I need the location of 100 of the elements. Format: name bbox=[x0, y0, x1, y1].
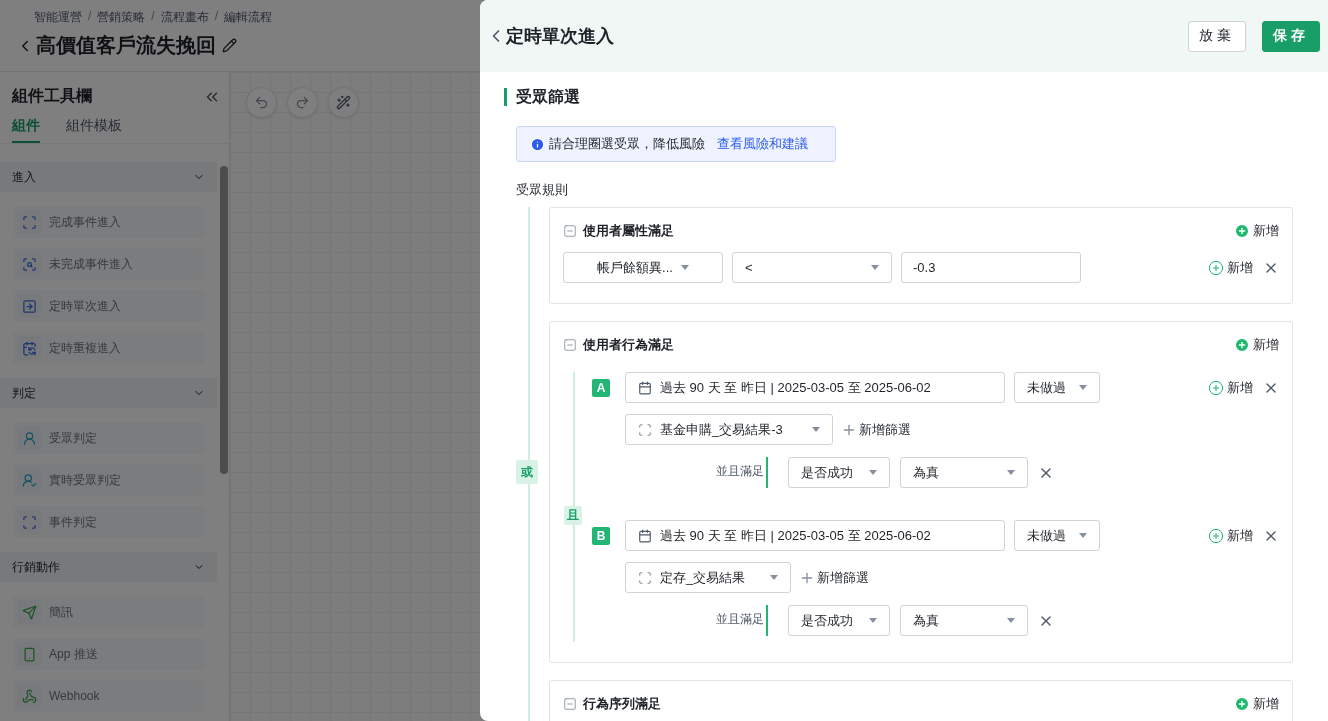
component-label: Webhook bbox=[49, 689, 100, 703]
group-header[interactable]: 行銷動作 bbox=[0, 552, 217, 582]
attribute-select[interactable]: 帳戶餘額異... bbox=[563, 252, 723, 283]
component-item[interactable]: 事件判定 bbox=[13, 506, 204, 538]
caret-icon bbox=[869, 618, 877, 623]
caret-icon bbox=[1079, 533, 1087, 538]
page-title: 高價值客戶流失挽回 bbox=[36, 33, 216, 58]
component-item[interactable]: 完成事件進入 bbox=[13, 206, 204, 238]
group-title: 判定 bbox=[12, 384, 36, 402]
breadcrumb-separator: / bbox=[88, 9, 92, 25]
group-header[interactable]: 進入 bbox=[0, 162, 217, 192]
event-select[interactable]: 定存_交易結果 bbox=[625, 562, 791, 593]
component-label: 受眾判定 bbox=[49, 429, 97, 447]
scan-icon bbox=[17, 252, 41, 276]
add-filter-button[interactable]: 新增篩選 bbox=[799, 568, 869, 587]
rule-group-title: 行為序列滿足 bbox=[583, 695, 662, 713]
breadcrumb-link[interactable]: 智能運營 bbox=[34, 9, 82, 26]
section-title: 受眾篩選 bbox=[504, 88, 1293, 106]
scan-icon bbox=[638, 570, 652, 585]
value-input[interactable]: -0.3 bbox=[901, 252, 1081, 283]
component-item[interactable]: 受眾判定 bbox=[13, 422, 204, 454]
wand-icon bbox=[336, 95, 351, 110]
add-filter-button[interactable]: 新增篩選 bbox=[841, 420, 911, 439]
add-button[interactable]: 新增 bbox=[1234, 695, 1279, 713]
add-icon bbox=[1208, 259, 1224, 276]
phone-icon bbox=[17, 642, 41, 666]
calendar-icon bbox=[638, 380, 652, 395]
caret-icon bbox=[812, 427, 820, 432]
notice-text: 請合理圈選受眾，降低風險 bbox=[549, 135, 705, 153]
group-title: 進入 bbox=[12, 168, 36, 186]
field-select[interactable]: 是否成功 bbox=[788, 457, 890, 488]
user-icon bbox=[17, 468, 41, 492]
redo-icon bbox=[295, 95, 310, 110]
caret-icon bbox=[770, 575, 778, 580]
action-select[interactable]: 未做過 bbox=[1014, 520, 1100, 551]
component-item[interactable]: Webhook bbox=[13, 680, 204, 712]
component-label: 未完成事件進入 bbox=[49, 255, 133, 273]
scan-icon bbox=[17, 510, 41, 534]
action-select[interactable]: 未做過 bbox=[1014, 372, 1100, 403]
group-letter-badge: B bbox=[592, 526, 610, 545]
breadcrumb-separator: / bbox=[214, 9, 219, 25]
edit-icon[interactable] bbox=[222, 38, 237, 53]
add-button[interactable]: 新增 bbox=[1208, 526, 1253, 545]
scrollbar[interactable] bbox=[220, 166, 228, 474]
scan-icon bbox=[638, 422, 652, 437]
caret-icon bbox=[1007, 470, 1015, 475]
rule-group-title: 使用者行為滿足 bbox=[583, 336, 675, 354]
component-label: App 推送 bbox=[49, 645, 98, 663]
calendar-icon bbox=[638, 528, 652, 543]
date-range-field[interactable]: 過去 90 天 至 昨日 | 2025-03-05 至 2025-06-02 bbox=[625, 372, 1005, 403]
add-button[interactable]: 新增 bbox=[1208, 258, 1253, 277]
save-button[interactable]: 保存 bbox=[1262, 20, 1320, 52]
operator-select[interactable]: < bbox=[732, 252, 892, 283]
notice-link[interactable]: 查看風險和建議 bbox=[717, 135, 808, 153]
breadcrumb-separator: / bbox=[151, 9, 155, 25]
event-select[interactable]: 基金申購_交易結果-3 bbox=[625, 414, 833, 445]
component-label: 定時重複進入 bbox=[49, 339, 121, 357]
wand-button[interactable] bbox=[328, 87, 359, 118]
filter-label: 並且滿足 bbox=[715, 611, 764, 628]
caret-icon bbox=[680, 265, 689, 270]
info-icon bbox=[530, 136, 545, 152]
component-label: 事件判定 bbox=[49, 513, 97, 531]
undo-icon bbox=[254, 95, 269, 110]
tab[interactable]: 組件模板 bbox=[66, 117, 122, 143]
user-icon bbox=[17, 426, 41, 450]
scan-icon bbox=[17, 210, 41, 234]
breadcrumb-link[interactable]: 流程畫布 bbox=[160, 9, 209, 26]
calendar-icon bbox=[17, 336, 41, 360]
value-select[interactable]: 為真 bbox=[900, 605, 1028, 636]
component-item[interactable]: 未完成事件進入 bbox=[13, 248, 204, 280]
add-icon bbox=[1234, 337, 1250, 353]
breadcrumb-link[interactable]: 編輯流程 bbox=[224, 9, 273, 26]
rule-group-title: 使用者屬性滿足 bbox=[583, 222, 675, 240]
add-button[interactable]: 新增 bbox=[1234, 222, 1279, 240]
filter-label: 並且滿足 bbox=[715, 463, 764, 480]
caret-icon bbox=[1007, 618, 1015, 623]
component-item[interactable]: 定時重複進入 bbox=[13, 332, 204, 364]
component-item[interactable]: App 推送 bbox=[13, 638, 204, 670]
cancel-button[interactable]: 放棄 bbox=[1188, 20, 1246, 52]
group-header[interactable]: 判定 bbox=[0, 378, 217, 408]
or-logic-badge[interactable]: 或 bbox=[516, 460, 538, 484]
date-range-field[interactable]: 過去 90 天 至 昨日 | 2025-03-05 至 2025-06-02 bbox=[625, 520, 1005, 551]
add-icon bbox=[1234, 696, 1250, 712]
drawer-title: 定時單次進入 bbox=[506, 25, 615, 48]
add-button[interactable]: 新增 bbox=[1208, 378, 1253, 397]
group-title: 行銷動作 bbox=[12, 558, 60, 576]
component-item[interactable]: 簡訊 bbox=[13, 596, 204, 628]
breadcrumb-link[interactable]: 營銷策略 bbox=[97, 9, 146, 26]
and-logic-badge[interactable]: 且 bbox=[564, 506, 582, 525]
toolbar-title: 組件工具欄 bbox=[12, 86, 92, 106]
field-select[interactable]: 是否成功 bbox=[788, 605, 890, 636]
add-icon bbox=[1234, 223, 1250, 239]
value-select[interactable]: 為真 bbox=[900, 457, 1028, 488]
add-icon bbox=[1208, 527, 1224, 544]
caret-icon bbox=[869, 470, 877, 475]
add-button[interactable]: 新增 bbox=[1234, 336, 1279, 354]
webhook-icon bbox=[17, 684, 41, 708]
add-icon bbox=[1208, 379, 1224, 396]
paper-plane-icon bbox=[17, 600, 41, 624]
arrow-box-icon bbox=[17, 294, 41, 318]
